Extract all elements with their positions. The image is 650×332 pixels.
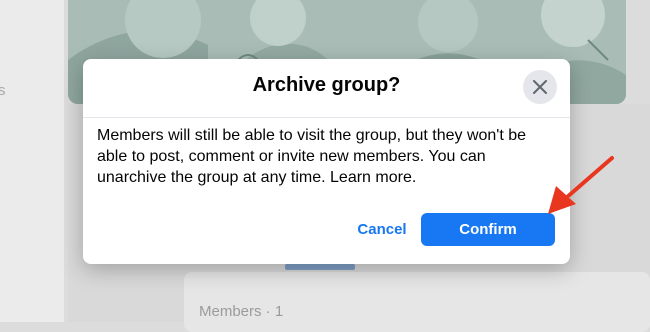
dialog-title: Archive group? — [252, 74, 401, 96]
cancel-button[interactable]: Cancel — [339, 213, 425, 246]
members-card — [184, 272, 650, 332]
close-button[interactable] — [523, 70, 557, 104]
members-count-label: Members · 1 — [199, 303, 284, 320]
dialog-header: Archive group? — [83, 59, 570, 118]
left-sidebar: s — [0, 0, 64, 322]
confirm-button[interactable]: Confirm — [421, 213, 555, 246]
close-icon — [533, 80, 547, 94]
dialog-body-text: Members will still be able to visit the … — [97, 127, 527, 186]
sidebar-cut-text: s — [0, 82, 6, 99]
background-button — [285, 264, 355, 270]
archive-group-dialog: Archive group? Members will still be abl… — [83, 59, 570, 264]
